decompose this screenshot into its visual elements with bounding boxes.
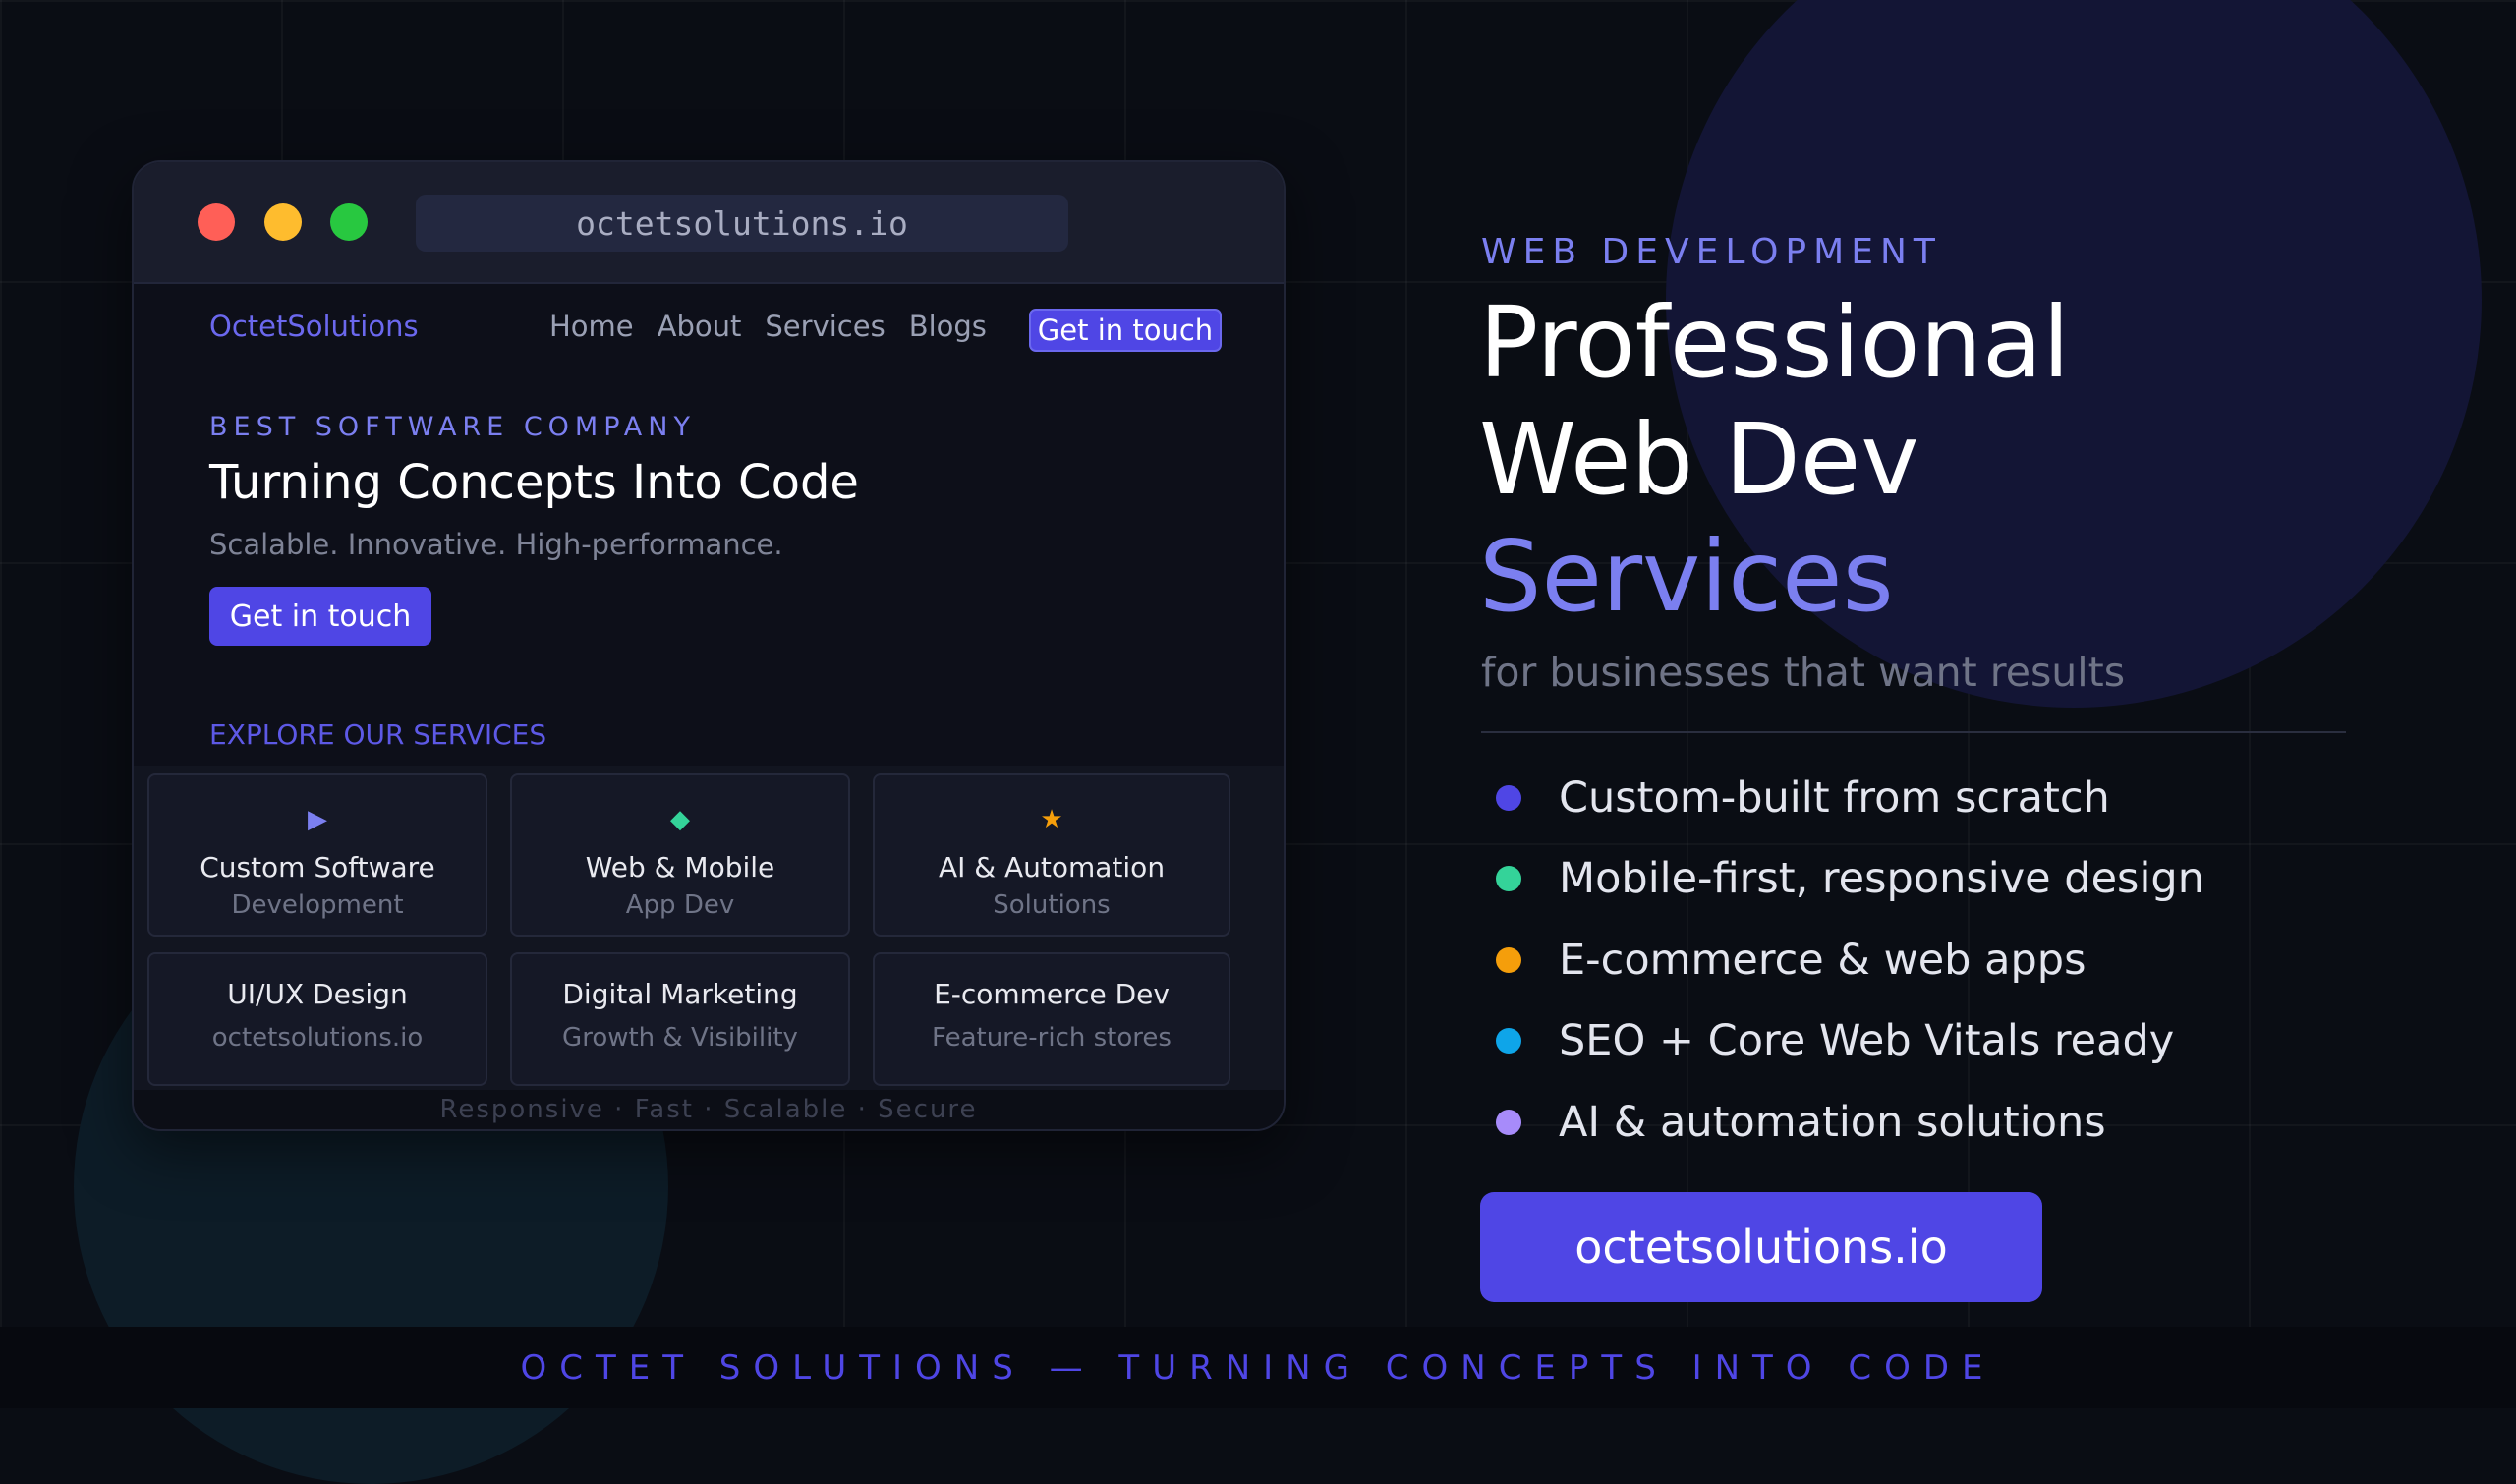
window-minimize-dot[interactable] [264, 203, 302, 241]
address-bar[interactable]: octetsolutions.io [416, 195, 1068, 252]
service-card-custom-software[interactable]: ▶ Custom Software Development [147, 773, 487, 937]
browser-mockup: octetsolutions.io OctetSolutions Home Ab… [132, 160, 1286, 1131]
feature-item: E-commerce & web apps [1481, 931, 2366, 990]
star-icon: ★ [1040, 805, 1063, 834]
nav-get-in-touch-button[interactable]: Get in touch [1029, 309, 1222, 352]
hero-get-in-touch-button[interactable]: Get in touch [209, 587, 431, 646]
play-icon: ▶ [308, 805, 327, 834]
hero-title-line-2: Web Dev [1479, 402, 1919, 517]
service-card-ecommerce[interactable]: E-commerce Dev Feature-rich stores [873, 952, 1230, 1086]
hero-eyebrow: WEB DEVELOPMENT [1481, 232, 1942, 272]
bullet-icon [1496, 866, 1521, 891]
site-hero-title: Turning Concepts Into Code [209, 455, 859, 510]
service-card-ui-ux[interactable]: UI/UX Design octetsolutions.io [147, 952, 487, 1086]
nav-link-home[interactable]: Home [549, 310, 634, 343]
service-title: AI & Automation [938, 851, 1166, 884]
service-card-web-mobile[interactable]: ◆ Web & Mobile App Dev [510, 773, 850, 937]
service-subtitle: Development [231, 890, 404, 920]
bullet-icon [1496, 1110, 1521, 1135]
diamond-icon: ◆ [670, 805, 690, 834]
explore-services-label: EXPLORE OUR SERVICES [209, 718, 547, 751]
service-title: UI/UX Design [227, 978, 408, 1010]
feature-item: Custom-built from scratch [1481, 769, 2366, 828]
service-title: Web & Mobile [585, 851, 775, 884]
site-tagline: Responsive · Fast · Scalable · Secure [134, 1090, 1284, 1129]
nav-link-blogs[interactable]: Blogs [909, 310, 987, 343]
nav-link-services[interactable]: Services [765, 310, 885, 343]
site-hero-eyebrow: BEST SOFTWARE COMPANY [209, 412, 696, 442]
divider [1481, 731, 2346, 733]
service-subtitle: Growth & Visibility [562, 1023, 798, 1053]
footer-banner: OCTET SOLUTIONS — TURNING CONCEPTS INTO … [0, 1327, 2516, 1408]
cta-website-button[interactable]: octetsolutions.io [1480, 1192, 2042, 1302]
feature-item: Mobile-first, responsive design [1481, 849, 2366, 908]
window-close-dot[interactable] [198, 203, 235, 241]
service-subtitle: octetsolutions.io [211, 1023, 424, 1053]
feature-text: SEO + Core Web Vitals ready [1559, 1016, 2175, 1065]
service-subtitle: App Dev [625, 890, 735, 920]
bullet-icon [1496, 947, 1521, 973]
bullet-icon [1496, 785, 1521, 811]
services-grid: ▶ Custom Software Development ◆ Web & Mo… [134, 766, 1284, 1092]
nav-link-about[interactable]: About [658, 310, 742, 343]
feature-item: AI & automation solutions [1481, 1093, 2366, 1152]
service-title: Custom Software [200, 851, 435, 884]
bullet-icon [1496, 1028, 1521, 1054]
service-title: Digital Marketing [562, 978, 798, 1010]
site-hero-subtitle: Scalable. Innovative. High-performance. [209, 528, 783, 561]
feature-text: Custom-built from scratch [1559, 773, 2110, 823]
service-title: E-commerce Dev [934, 978, 1170, 1010]
browser-titlebar: octetsolutions.io [134, 162, 1284, 284]
site-nav: Home About Services Blogs [549, 310, 1010, 343]
hero-title-line-1: Professional [1479, 285, 2070, 400]
service-card-ai-automation[interactable]: ★ AI & Automation Solutions [873, 773, 1230, 937]
service-card-digital-marketing[interactable]: Digital Marketing Growth & Visibility [510, 952, 850, 1086]
feature-text: AI & automation solutions [1559, 1098, 2106, 1147]
feature-text: E-commerce & web apps [1559, 936, 2087, 985]
hero-subtitle: for businesses that want results [1481, 649, 2126, 696]
service-subtitle: Solutions [993, 890, 1111, 920]
feature-text: Mobile-first, responsive design [1559, 854, 2204, 903]
window-maximize-dot[interactable] [330, 203, 368, 241]
site-logo[interactable]: OctetSolutions [209, 310, 419, 343]
hero-title-line-3: Services [1479, 519, 1894, 634]
feature-item: SEO + Core Web Vitals ready [1481, 1011, 2366, 1070]
service-subtitle: Feature-rich stores [932, 1023, 1172, 1053]
